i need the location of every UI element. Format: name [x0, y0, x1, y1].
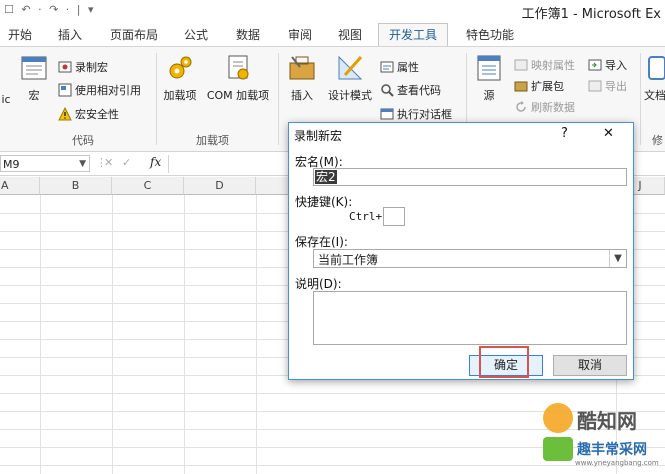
import-button[interactable]: 导入	[588, 57, 627, 75]
shortcut-key-input[interactable]	[383, 207, 405, 226]
store-in-label: 保存在(I):	[295, 235, 348, 249]
export-button[interactable]: 导出	[588, 78, 627, 96]
gridline	[256, 195, 257, 474]
confirm-entry-icon[interactable]: ✓	[122, 156, 131, 169]
column-header-a[interactable]: A	[0, 177, 40, 195]
tab-page-layout[interactable]: 页面布局	[110, 24, 158, 46]
gridline	[40, 195, 41, 474]
addins-group-label: 加载项	[196, 134, 229, 147]
record-macro-dialog: 录制新宏 ? ✕ 宏名(M): 宏2 快捷键(K): Ctrl+ 保存在(I):…	[288, 122, 634, 380]
tab-insert[interactable]: 插入	[58, 24, 82, 46]
watermark-sub-text: 趣丰常采网	[577, 442, 647, 458]
description-label: 说明(D):	[295, 277, 342, 291]
watermark-logo-text: 酷知网	[577, 409, 637, 433]
properties-icon	[380, 60, 394, 74]
cancel-entry-icon[interactable]: ✕	[104, 156, 113, 169]
run-dialog-icon	[380, 107, 394, 121]
properties-button[interactable]: 属性	[380, 59, 419, 77]
tab-home[interactable]: 开始	[8, 24, 32, 46]
group-separator	[278, 53, 279, 145]
refresh-data-button[interactable]: 刷新数据	[514, 99, 575, 117]
chevron-down-icon[interactable]: ▼	[609, 250, 626, 267]
relative-reference-icon	[58, 83, 72, 97]
record-macro-icon	[58, 60, 72, 74]
addins-button[interactable]: 加载项	[160, 53, 200, 103]
tab-view[interactable]: 视图	[338, 24, 362, 46]
highlight-box	[479, 346, 529, 378]
description-textarea[interactable]	[313, 291, 627, 345]
visual-basic-button-clipped[interactable]: ic	[0, 93, 12, 106]
tab-review[interactable]: 审阅	[288, 24, 312, 46]
column-header-c[interactable]: C	[112, 177, 184, 195]
title-bar: ☐ ↶ · ↷ · | ▾ 工作簿1 - Microsoft Ex	[0, 0, 665, 22]
quick-access-toolbar[interactable]: ☐ ↶ · ↷ · | ▾	[4, 3, 96, 16]
group-separator	[640, 53, 641, 145]
macros-button[interactable]: 宏	[14, 53, 54, 103]
cancel-button[interactable]: 取消	[553, 355, 627, 376]
watermark-url: www.yneyangbang.com	[575, 459, 659, 467]
warning-icon	[58, 106, 72, 121]
macro-name-input[interactable]: 宏2	[313, 168, 627, 186]
column-header-d[interactable]: D	[184, 177, 256, 195]
window-title: 工作簿1 - Microsoft Ex	[521, 7, 661, 22]
macro-name-value: 宏2	[315, 170, 337, 184]
watermark: 酷知网 趣丰常采网 www.yneyangbang.com	[515, 399, 665, 474]
toolbox-icon	[287, 53, 317, 83]
store-in-value: 当前工作簿	[318, 253, 379, 267]
modify-group-label-clipped: 修	[652, 134, 663, 147]
dialog-title: 录制新宏	[294, 129, 343, 143]
gridline	[112, 195, 113, 474]
com-addins-button[interactable]: COM 加载项	[202, 53, 274, 103]
tab-formulas[interactable]: 公式	[184, 24, 208, 46]
ribbon-tabs: 开始 插入 页面布局 公式 数据 审阅 视图 开发工具 特色功能	[0, 23, 665, 47]
export-icon	[588, 79, 602, 93]
xml-source-button[interactable]: 源	[472, 53, 506, 103]
store-in-select[interactable]: 当前工作簿 ▼	[313, 249, 627, 268]
gear-icon	[165, 53, 195, 83]
magnifier-icon	[380, 83, 394, 97]
help-button[interactable]: ?	[561, 126, 568, 141]
gridline	[184, 195, 185, 474]
insert-control-button[interactable]: 插入	[284, 53, 320, 103]
expansion-packs-icon	[514, 79, 528, 93]
document-panel-icon	[645, 53, 665, 83]
relative-reference-button[interactable]: 使用相对引用	[58, 82, 141, 100]
document-panel-button-clipped[interactable]: 文档	[644, 53, 665, 103]
gridline	[0, 393, 665, 394]
insert-function-button[interactable]: fx	[150, 155, 161, 169]
watermark-sub-icon	[543, 437, 573, 461]
name-box[interactable]: M9 ▼	[0, 155, 90, 172]
macro-security-button[interactable]: 宏安全性	[58, 106, 119, 124]
code-group-label: 代码	[72, 134, 94, 147]
design-mode-button[interactable]: 设计模式	[324, 53, 376, 103]
tab-special[interactable]: 特色功能	[466, 24, 514, 46]
macros-icon	[19, 53, 49, 83]
map-properties-icon	[514, 58, 528, 72]
record-macro-button[interactable]: 录制宏	[58, 59, 108, 77]
shortcut-key-label: 快捷键(K):	[295, 195, 353, 209]
map-properties-button[interactable]: 映射属性	[514, 57, 575, 75]
column-header-b[interactable]: B	[40, 177, 112, 195]
refresh-icon	[514, 100, 528, 114]
xml-source-icon	[474, 53, 504, 83]
ctrl-label: Ctrl+	[349, 210, 383, 223]
watermark-logo-icon	[543, 403, 573, 433]
group-separator	[156, 53, 157, 145]
tab-data[interactable]: 数据	[236, 24, 260, 46]
view-code-button[interactable]: 查看代码	[380, 82, 441, 100]
ruler-pencil-icon	[335, 53, 365, 83]
tab-developer[interactable]: 开发工具	[378, 23, 449, 47]
com-addins-icon	[223, 53, 253, 83]
import-icon	[588, 58, 602, 72]
close-button[interactable]: ✕	[603, 126, 614, 141]
expansion-packs-button[interactable]: 扩展包	[514, 78, 564, 96]
